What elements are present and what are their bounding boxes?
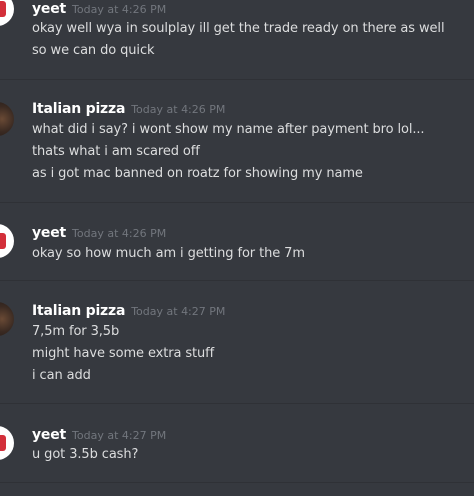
message-divider bbox=[0, 202, 474, 203]
message-text: what did i say? i wont show my name afte… bbox=[32, 122, 425, 137]
message-divider bbox=[0, 79, 474, 80]
message-divider bbox=[0, 482, 474, 483]
username[interactable]: yeet bbox=[32, 427, 66, 443]
message-text: okay well wya in soulplay ill get the tr… bbox=[32, 21, 445, 36]
username[interactable]: Italian pizza bbox=[32, 101, 125, 117]
message-text: might have some extra stuff bbox=[32, 346, 215, 361]
message-divider bbox=[0, 280, 474, 281]
message-text: as i got mac banned on roatz for showing… bbox=[32, 166, 363, 181]
timestamp: Today at 4:27 PM bbox=[131, 305, 226, 318]
avatar[interactable] bbox=[0, 0, 14, 26]
message-text: thats what i am scared off bbox=[32, 144, 200, 159]
message-divider bbox=[0, 403, 474, 404]
avatar[interactable] bbox=[0, 224, 14, 258]
username[interactable]: Italian pizza bbox=[32, 303, 125, 319]
avatar[interactable] bbox=[0, 302, 14, 336]
timestamp: Today at 4:26 PM bbox=[131, 103, 226, 116]
avatar[interactable] bbox=[0, 102, 14, 136]
message-text: so we can do quick bbox=[32, 43, 155, 58]
username[interactable]: yeet bbox=[32, 225, 66, 241]
username[interactable]: yeet bbox=[32, 1, 66, 17]
message-text: u got 3.5b cash? bbox=[32, 447, 139, 462]
timestamp: Today at 4:26 PM bbox=[72, 3, 167, 16]
timestamp: Today at 4:26 PM bbox=[72, 227, 167, 240]
avatar[interactable] bbox=[0, 426, 14, 460]
message-text: okay so how much am i getting for the 7m bbox=[32, 246, 305, 261]
message-text: 7,5m for 3,5b bbox=[32, 324, 120, 339]
message-text: i can add bbox=[32, 368, 91, 383]
timestamp: Today at 4:27 PM bbox=[72, 429, 167, 442]
